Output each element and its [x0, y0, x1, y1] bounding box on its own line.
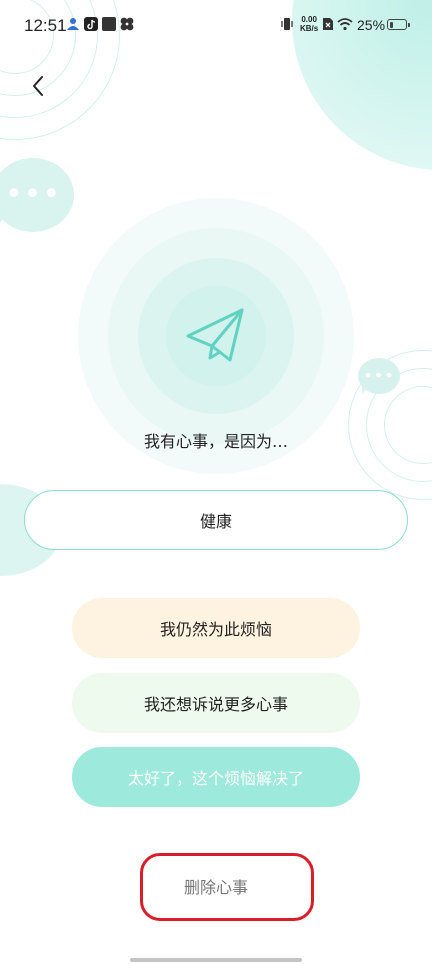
- chat-bubble-icon: •••: [0, 158, 74, 234]
- prompt-text: 我有心事，是因为…: [143, 432, 288, 451]
- tell-more-button[interactable]: 我还想诉说更多心事: [72, 673, 360, 733]
- recruitment-app-icon: [67, 18, 79, 30]
- resolved-button[interactable]: 太好了，这个烦恼解决了: [72, 747, 360, 807]
- still-worried-button[interactable]: 我仍然为此烦恼: [72, 598, 360, 658]
- status-time: 12:51: [24, 16, 67, 35]
- network-speed: 0.00 KB/s: [300, 15, 319, 33]
- tiktok-icon: [84, 17, 98, 31]
- vibrate-icon: [281, 18, 293, 30]
- pinwheel-app-icon: [120, 17, 134, 31]
- status-bar: 12:51 0.00 KB/s 25%: [0, 0, 432, 50]
- square-app-icon: [102, 17, 116, 31]
- paper-plane-icon: [186, 308, 244, 362]
- decorative-rings: [348, 350, 432, 500]
- category-pill[interactable]: 健康: [24, 490, 408, 550]
- screen: ••• ••• 12:51 0.00 KB/s 25% 我有心事，是因为… 健康…: [0, 0, 432, 964]
- back-button[interactable]: [22, 70, 54, 102]
- chevron-left-icon: [33, 76, 43, 96]
- chat-bubble-icon: •••: [358, 358, 400, 394]
- delete-button[interactable]: 删除心事: [150, 868, 282, 904]
- home-indicator[interactable]: [130, 958, 302, 962]
- sim-off-icon: [323, 18, 333, 30]
- battery-percent: 25%: [357, 17, 386, 33]
- battery-icon: [387, 19, 410, 30]
- wifi-icon: [337, 18, 353, 31]
- category-label: 健康: [199, 512, 232, 531]
